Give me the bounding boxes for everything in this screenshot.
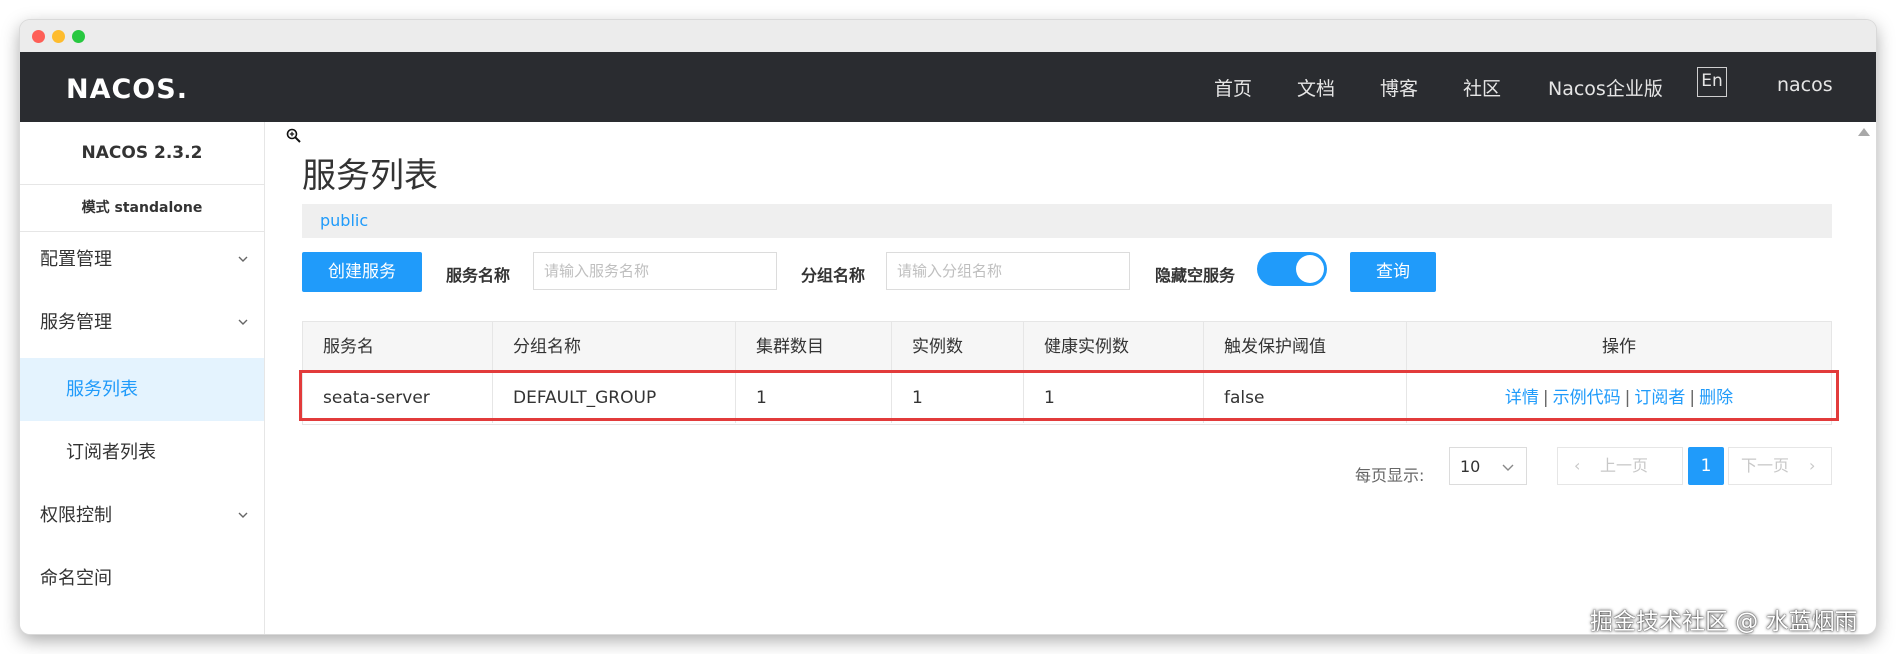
minimize-window-button[interactable] <box>52 30 65 43</box>
page-title: 服务列表 <box>302 156 438 196</box>
sidebar-item-label: 服务列表 <box>66 379 138 400</box>
next-page-label: 下一页 <box>1741 456 1790 475</box>
service-name-input[interactable] <box>533 252 777 290</box>
sidebar: NACOS 2.3.2 模式 standalone 配置管理 服务管理 服务列表… <box>20 122 265 634</box>
chevron-down-icon <box>238 256 248 262</box>
sidebar-item-access-control[interactable]: 权限控制 <box>20 484 264 547</box>
sidebar-item-label: 服务管理 <box>40 312 112 333</box>
column-header-service-name: 服务名 <box>303 322 493 372</box>
separator: | <box>1624 388 1631 408</box>
version-label: NACOS 2.3.2 <box>20 122 264 185</box>
detail-link[interactable]: 详情 <box>1505 388 1539 408</box>
service-name-label: 服务名称 <box>446 266 511 285</box>
nav-home[interactable]: 首页 <box>1214 74 1252 101</box>
sidebar-item-config-management[interactable]: 配置管理 <box>20 232 264 288</box>
cell-group-name: DEFAULT_GROUP <box>493 373 736 423</box>
browser-window: NACOS. 首页 文档 博客 社区 Nacos企业版 En nacos NAC… <box>20 20 1876 634</box>
watermark: 掘金技术社区 @ 水蓝烟雨 <box>1590 609 1858 635</box>
nav-community[interactable]: 社区 <box>1463 74 1501 101</box>
top-navbar: NACOS. 首页 文档 博客 社区 Nacos企业版 En nacos <box>20 52 1876 122</box>
column-header-actions: 操作 <box>1602 337 1636 357</box>
page-size-select[interactable]: 10 <box>1449 447 1527 485</box>
sidebar-item-label: 订阅者列表 <box>66 442 156 463</box>
sidebar-item-subscriber-list[interactable]: 订阅者列表 <box>20 421 264 484</box>
sidebar-item-namespace[interactable]: 命名空间 <box>20 547 264 610</box>
page-size-label: 每页显示: <box>1355 466 1425 485</box>
close-window-button[interactable] <box>32 30 45 43</box>
user-menu[interactable]: nacos <box>1777 74 1833 96</box>
sidebar-item-label: 配置管理 <box>40 249 112 270</box>
group-name-label: 分组名称 <box>801 266 866 285</box>
create-service-button[interactable]: 创建服务 <box>302 252 422 292</box>
prev-page-label: 上一页 <box>1600 456 1649 475</box>
sidebar-item-service-list[interactable]: 服务列表 <box>20 358 264 421</box>
namespace-tab-public[interactable]: public <box>320 211 368 230</box>
sidebar-item-service-management[interactable]: 服务管理 <box>20 295 264 351</box>
nav-docs[interactable]: 文档 <box>1297 74 1335 101</box>
column-header-protect-threshold: 触发保护阈值 <box>1204 322 1407 372</box>
cell-instance-count: 1 <box>892 373 1024 423</box>
scroll-up-arrow[interactable] <box>1858 128 1870 136</box>
chevron-down-icon <box>238 319 248 325</box>
separator: | <box>1689 388 1696 408</box>
namespace-bar: public <box>302 204 1832 238</box>
sidebar-item-label: 命名空间 <box>40 568 112 589</box>
column-header-healthy-count: 健康实例数 <box>1024 322 1204 372</box>
cell-healthy-count: 1 <box>1024 373 1204 423</box>
toggle-knob <box>1296 255 1324 283</box>
cell-protect-threshold: false <box>1204 373 1407 423</box>
cell-actions: 详情 | 示例代码 | 订阅者 | 删除 <box>1407 373 1831 423</box>
mode-label: 模式 standalone <box>20 185 264 232</box>
cell-service-name: seata-server <box>303 373 493 423</box>
separator: | <box>1542 388 1549 408</box>
chevron-down-icon <box>238 512 248 518</box>
query-button[interactable]: 查询 <box>1350 252 1436 292</box>
table-header: 服务名 分组名称 集群数目 实例数 健康实例数 触发保护阈值 操作 <box>302 321 1832 373</box>
nacos-logo[interactable]: NACOS. <box>66 74 188 105</box>
nav-enterprise[interactable]: Nacos企业版 <box>1548 74 1663 101</box>
subscribers-link[interactable]: 订阅者 <box>1634 388 1685 408</box>
chevron-left-icon: ‹ <box>1574 456 1581 475</box>
maximize-window-button[interactable] <box>72 30 85 43</box>
window-titlebar <box>20 20 1876 53</box>
next-page-button[interactable]: 下一页 › <box>1728 447 1832 485</box>
page-size-value: 10 <box>1460 457 1481 476</box>
chevron-right-icon: › <box>1809 456 1816 475</box>
prev-page-button[interactable]: ‹ 上一页 <box>1557 447 1683 485</box>
language-switch[interactable]: En <box>1697 67 1727 97</box>
chevron-down-icon <box>1502 464 1514 471</box>
nav-blog[interactable]: 博客 <box>1380 74 1418 101</box>
sample-code-link[interactable]: 示例代码 <box>1553 388 1621 408</box>
cell-cluster-count: 1 <box>736 373 892 423</box>
zoom-in-icon <box>286 128 301 143</box>
hide-empty-service-label: 隐藏空服务 <box>1155 266 1236 285</box>
sidebar-item-label: 权限控制 <box>40 505 112 526</box>
delete-link[interactable]: 删除 <box>1699 388 1733 408</box>
column-header-cluster-count: 集群数目 <box>736 322 892 372</box>
page-number-1[interactable]: 1 <box>1688 447 1724 485</box>
table-row: seata-server DEFAULT_GROUP 1 1 1 false 详… <box>302 373 1832 425</box>
group-name-input[interactable] <box>886 252 1130 290</box>
column-header-group-name: 分组名称 <box>493 322 736 372</box>
column-header-instance-count: 实例数 <box>892 322 1024 372</box>
hide-empty-service-toggle[interactable] <box>1257 252 1327 286</box>
